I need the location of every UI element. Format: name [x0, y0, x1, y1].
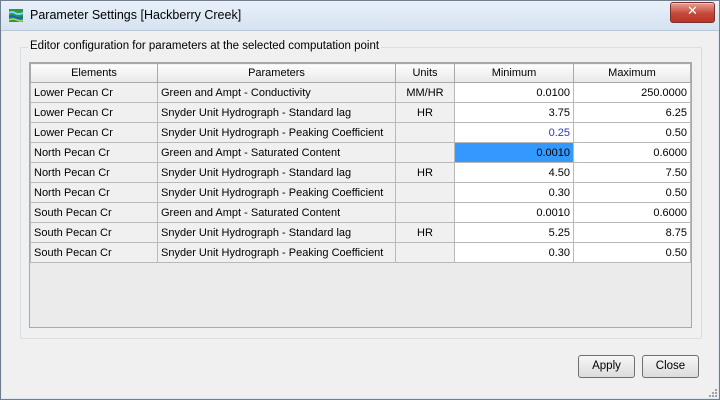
- cell-maximum[interactable]: 6.25: [573, 102, 691, 123]
- cell-maximum[interactable]: 0.50: [573, 242, 691, 263]
- table-row[interactable]: Lower Pecan Cr Snyder Unit Hydrograph - P…: [30, 122, 691, 143]
- cell-minimum[interactable]: 5.25: [454, 222, 574, 243]
- cell-minimum[interactable]: 0.0100: [454, 82, 574, 103]
- cell-parameter: Green and Ampt - Saturated Content: [157, 202, 396, 223]
- cell-units: [395, 182, 455, 203]
- cell-minimum[interactable]: 0.25: [454, 122, 574, 143]
- header-elements[interactable]: Elements: [30, 63, 158, 83]
- cell-parameter: Snyder Unit Hydrograph - Standard lag: [157, 102, 396, 123]
- table-row[interactable]: South Pecan Cr Green and Ampt - Saturated…: [30, 202, 691, 223]
- cell-minimum[interactable]: 0.0010: [454, 142, 574, 163]
- cell-units: [395, 242, 455, 263]
- title-bar[interactable]: Parameter Settings [Hackberry Creek] ✕: [1, 1, 719, 31]
- cell-parameter: Snyder Unit Hydrograph - Peaking Coeffic…: [157, 182, 396, 203]
- cell-element: North Pecan Cr: [30, 162, 158, 183]
- cell-minimum[interactable]: 0.30: [454, 182, 574, 203]
- group-label: Editor configuration for parameters at t…: [28, 40, 382, 52]
- table-row[interactable]: North Pecan Cr Snyder Unit Hydrograph - P…: [30, 182, 691, 203]
- window-title: Parameter Settings [Hackberry Creek]: [30, 8, 242, 22]
- cell-parameter: Snyder Unit Hydrograph - Standard lag: [157, 222, 396, 243]
- table-row[interactable]: North Pecan Cr Snyder Unit Hydrograph - S…: [30, 162, 691, 183]
- parameters-table: Elements Parameters Units Minimum Maximu…: [30, 63, 691, 263]
- cell-maximum[interactable]: 0.50: [573, 122, 691, 143]
- table-row[interactable]: Lower Pecan Cr Snyder Unit Hydrograph - S…: [30, 102, 691, 123]
- cell-maximum[interactable]: 250.0000: [573, 82, 691, 103]
- cell-units: [395, 202, 455, 223]
- table-row[interactable]: Lower Pecan Cr Green and Ampt - Conductiv…: [30, 82, 691, 103]
- resize-grip-icon[interactable]: [707, 387, 717, 397]
- cell-element: North Pecan Cr: [30, 142, 158, 163]
- cell-element: South Pecan Cr: [30, 202, 158, 223]
- header-minimum[interactable]: Minimum: [454, 63, 574, 83]
- header-units[interactable]: Units: [395, 63, 455, 83]
- header-maximum[interactable]: Maximum: [573, 63, 691, 83]
- cell-units: HR: [395, 162, 455, 183]
- cell-element: South Pecan Cr: [30, 242, 158, 263]
- parameters-table-container[interactable]: Elements Parameters Units Minimum Maximu…: [29, 62, 692, 328]
- table-row[interactable]: South Pecan Cr Snyder Unit Hydrograph - P…: [30, 242, 691, 263]
- cell-maximum[interactable]: 0.6000: [573, 202, 691, 223]
- cell-maximum[interactable]: 7.50: [573, 162, 691, 183]
- header-parameters[interactable]: Parameters: [157, 63, 396, 83]
- close-icon: ✕: [687, 4, 698, 19]
- cell-units: [395, 122, 455, 143]
- cell-element: North Pecan Cr: [30, 182, 158, 203]
- cell-maximum[interactable]: 0.50: [573, 182, 691, 203]
- cell-units: [395, 142, 455, 163]
- cell-minimum[interactable]: 0.30: [454, 242, 574, 263]
- table-header-row: Elements Parameters Units Minimum Maximu…: [30, 63, 691, 83]
- cell-element: Lower Pecan Cr: [30, 82, 158, 103]
- cell-units: MM/HR: [395, 82, 455, 103]
- cell-element: Lower Pecan Cr: [30, 102, 158, 123]
- parameter-settings-window: Parameter Settings [Hackberry Creek] ✕ E…: [0, 0, 720, 400]
- cell-element: Lower Pecan Cr: [30, 122, 158, 143]
- cell-parameter: Snyder Unit Hydrograph - Peaking Coeffic…: [157, 122, 396, 143]
- cell-element: South Pecan Cr: [30, 222, 158, 243]
- table-row[interactable]: South Pecan Cr Snyder Unit Hydrograph - S…: [30, 222, 691, 243]
- app-icon: [9, 9, 23, 22]
- cell-parameter: Green and Ampt - Saturated Content: [157, 142, 396, 163]
- cell-parameter: Snyder Unit Hydrograph - Standard lag: [157, 162, 396, 183]
- cell-parameter: Green and Ampt - Conductivity: [157, 82, 396, 103]
- apply-button[interactable]: Apply: [578, 355, 635, 378]
- cell-maximum[interactable]: 8.75: [573, 222, 691, 243]
- window-close-button[interactable]: ✕: [670, 2, 715, 23]
- cell-units: HR: [395, 222, 455, 243]
- close-button[interactable]: Close: [642, 355, 699, 378]
- cell-minimum[interactable]: 0.0010: [454, 202, 574, 223]
- cell-units: HR: [395, 102, 455, 123]
- cell-parameter: Snyder Unit Hydrograph - Peaking Coeffic…: [157, 242, 396, 263]
- cell-minimum[interactable]: 3.75: [454, 102, 574, 123]
- table-row[interactable]: North Pecan Cr Green and Ampt - Saturated…: [30, 142, 691, 163]
- cell-minimum[interactable]: 4.50: [454, 162, 574, 183]
- cell-maximum[interactable]: 0.6000: [573, 142, 691, 163]
